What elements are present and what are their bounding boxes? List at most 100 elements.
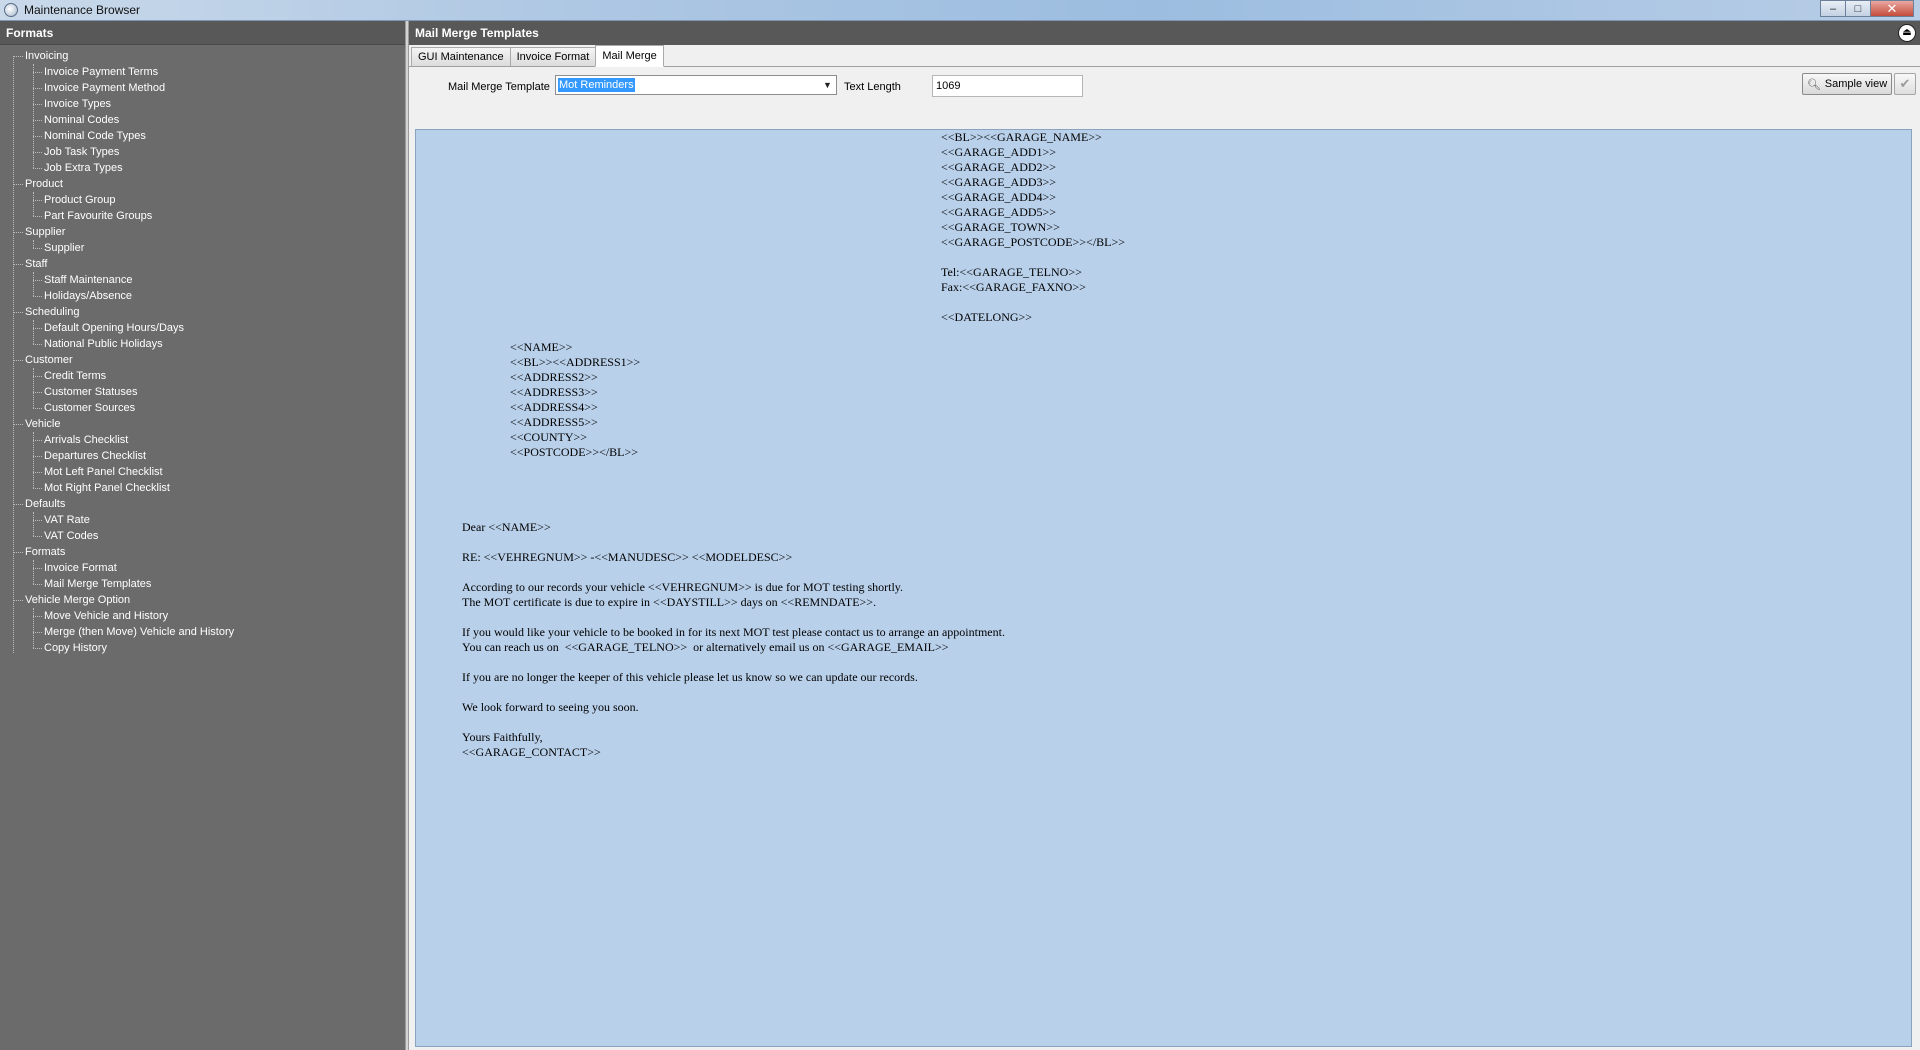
tree-category-scheduling[interactable]: Scheduling <box>0 304 405 320</box>
tree-item-national-public-holidays[interactable]: National Public Holidays <box>0 336 405 352</box>
template-line: According to our records your vehicle <<… <box>462 580 903 594</box>
tree-branch-line <box>33 64 34 168</box>
template-line: Yours Faithfully, <box>462 730 543 744</box>
tree-group-customer: Customer Credit Terms Customer Statuses Cus… <box>0 352 405 416</box>
tree-category-product[interactable]: Product <box>0 176 405 192</box>
template-line: The MOT certificate is due to expire in … <box>462 595 877 609</box>
window-title-bar: Maintenance Browser – □ ✕ <box>0 0 1920 21</box>
tree-item-mail-merge-templates[interactable]: Mail Merge Templates <box>0 576 405 592</box>
window-controls: – □ ✕ <box>1820 0 1914 19</box>
tree-item-merge-then-move-vehicle-and-history[interactable]: Merge (then Move) Vehicle and History <box>0 624 405 640</box>
maximize-button[interactable]: □ <box>1845 0 1871 17</box>
template-line: We look forward to seeing you soon. <box>462 700 639 714</box>
template-line: <<COUNTY>> <box>510 430 588 444</box>
tree-item-nominal-codes[interactable]: Nominal Codes <box>0 112 405 128</box>
sidebar-title: Formats <box>0 21 405 45</box>
main-title: Mail Merge Templates <box>415 26 539 40</box>
app-icon <box>4 3 18 17</box>
tree-item-invoice-types[interactable]: Invoice Types <box>0 96 405 112</box>
confirm-icon[interactable]: ✔ <box>1894 73 1916 95</box>
tree-category-supplier[interactable]: Supplier <box>0 224 405 240</box>
window-title: Maintenance Browser <box>24 3 141 17</box>
tree-item-job-extra-types[interactable]: Job Extra Types <box>0 160 405 176</box>
tree-item-mot-left-panel-checklist[interactable]: Mot Left Panel Checklist <box>0 464 405 480</box>
template-line: <<BL>><<ADDRESS1>> <box>510 355 641 369</box>
template-line: <<GARAGE_POSTCODE>></BL>> <box>941 235 1126 249</box>
tree-category-formats[interactable]: Formats <box>0 544 405 560</box>
tab-mail-merge[interactable]: Mail Merge <box>595 45 664 67</box>
tree-category-vehicle[interactable]: Vehicle <box>0 416 405 432</box>
text-length-field[interactable]: 1069 <box>932 75 1083 97</box>
tree-branch-line <box>33 272 34 296</box>
tree-item-default-opening-hours-days[interactable]: Default Opening Hours/Days <box>0 320 405 336</box>
tree-item-mot-right-panel-checklist[interactable]: Mot Right Panel Checklist <box>0 480 405 496</box>
tree-branch-line <box>33 560 34 584</box>
tree-item-customer-statuses[interactable]: Customer Statuses <box>0 384 405 400</box>
tree-group-defaults: Defaults VAT Rate VAT Codes <box>0 496 405 544</box>
sample-view-label: Sample view <box>1824 78 1888 90</box>
template-selected-value[interactable]: Mot Reminders <box>558 78 635 92</box>
tab-gui-maintenance[interactable]: GUI Maintenance <box>411 47 511 66</box>
template-line: <<ADDRESS3>> <box>510 385 598 399</box>
tree-item-credit-terms[interactable]: Credit Terms <box>0 368 405 384</box>
tree-group-product: Product Product Group Part Favourite Group… <box>0 176 405 224</box>
sidebar: Formats Invoicing Invoice Payment Terms In… <box>0 21 405 1050</box>
tree-group-invoicing: Invoicing Invoice Payment Terms Invoice Pa… <box>0 48 405 176</box>
tree-item-supplier[interactable]: Supplier <box>0 240 405 256</box>
tree-category-invoicing[interactable]: Invoicing <box>0 48 405 64</box>
tree-item-copy-history[interactable]: Copy History <box>0 640 405 656</box>
chevron-down-icon[interactable]: ▼ <box>819 76 836 94</box>
tree-group-scheduling: Scheduling Default Opening Hours/Days Nati… <box>0 304 405 352</box>
sample-view-button[interactable]: 🔍︎ Sample view <box>1802 73 1892 95</box>
tree-group-staff: Staff Staff Maintenance Holidays/Absence <box>0 256 405 304</box>
template-line: <<ADDRESS2>> <box>510 370 598 384</box>
template-label: Mail Merge Template <box>448 81 550 93</box>
template-line: <<GARAGE_ADD2>> <box>941 160 1057 174</box>
tree-category-customer[interactable]: Customer <box>0 352 405 368</box>
template-line: Fax:<<GARAGE_FAXNO>> <box>941 280 1086 294</box>
template-line: <<ADDRESS5>> <box>510 415 598 429</box>
template-line: <<GARAGE_TOWN>> <box>941 220 1060 234</box>
template-dropdown[interactable]: Mot Reminders ▼ <box>555 75 837 95</box>
tree-category-vehicle-merge-option[interactable]: Vehicle Merge Option <box>0 592 405 608</box>
template-line: Dear <<NAME>> <box>462 520 551 534</box>
collapse-icon[interactable]: ⏏ <box>1898 24 1916 42</box>
tree-item-invoice-payment-method[interactable]: Invoice Payment Method <box>0 80 405 96</box>
tree-item-job-task-types[interactable]: Job Task Types <box>0 144 405 160</box>
close-button[interactable]: ✕ <box>1870 0 1914 17</box>
tab-invoice-format[interactable]: Invoice Format <box>509 47 597 66</box>
tree-category-staff[interactable]: Staff <box>0 256 405 272</box>
template-line: <<ADDRESS4>> <box>510 400 598 414</box>
minimize-button[interactable]: – <box>1820 0 1846 17</box>
tree-branch-line <box>33 512 34 536</box>
template-line: <<GARAGE_ADD4>> <box>941 190 1057 204</box>
template-line: <<GARAGE_ADD1>> <box>941 145 1057 159</box>
tab-bar: GUI Maintenance Invoice Format Mail Merge <box>409 45 1920 67</box>
template-line: <<GARAGE_CONTACT>> <box>462 745 601 759</box>
tree-item-move-vehicle-and-history[interactable]: Move Vehicle and History <box>0 608 405 624</box>
tree-category-defaults[interactable]: Defaults <box>0 496 405 512</box>
tree-item-holidays-absence[interactable]: Holidays/Absence <box>0 288 405 304</box>
tree-item-invoice-format[interactable]: Invoice Format <box>0 560 405 576</box>
main-panel: Mail Merge Templates ⏏ GUI Maintenance In… <box>409 21 1920 1050</box>
tree-item-customer-sources[interactable]: Customer Sources <box>0 400 405 416</box>
tree-item-part-favourite-groups[interactable]: Part Favourite Groups <box>0 208 405 224</box>
template-editor[interactable]: <<BL>><<GARAGE_NAME>> <<GARAGE_ADD1>> <<GA… <box>415 129 1912 1047</box>
tree-group-formats: Formats Invoice Format Mail Merge Template… <box>0 544 405 592</box>
tree-item-vat-rate[interactable]: VAT Rate <box>0 512 405 528</box>
tree-item-nominal-code-types[interactable]: Nominal Code Types <box>0 128 405 144</box>
tree-item-staff-maintenance[interactable]: Staff Maintenance <box>0 272 405 288</box>
template-line: If you would like your vehicle to be boo… <box>462 625 1005 639</box>
template-line: <<NAME>> <box>510 340 573 354</box>
tree-group-supplier: Supplier Supplier <box>0 224 405 256</box>
tree-item-arrivals-checklist[interactable]: Arrivals Checklist <box>0 432 405 448</box>
template-line: <<GARAGE_ADD3>> <box>941 175 1057 189</box>
tree-item-product-group[interactable]: Product Group <box>0 192 405 208</box>
tree-branch-line <box>33 192 34 216</box>
text-length-label: Text Length <box>844 81 901 93</box>
tree-item-invoice-payment-terms[interactable]: Invoice Payment Terms <box>0 64 405 80</box>
tree-item-departures-checklist[interactable]: Departures Checklist <box>0 448 405 464</box>
tree-item-vat-codes[interactable]: VAT Codes <box>0 528 405 544</box>
template-line: <<POSTCODE>></BL>> <box>510 445 639 459</box>
mail-merge-toolbar: Mail Merge Template Mot Reminders ▼ Text… <box>409 67 1920 105</box>
